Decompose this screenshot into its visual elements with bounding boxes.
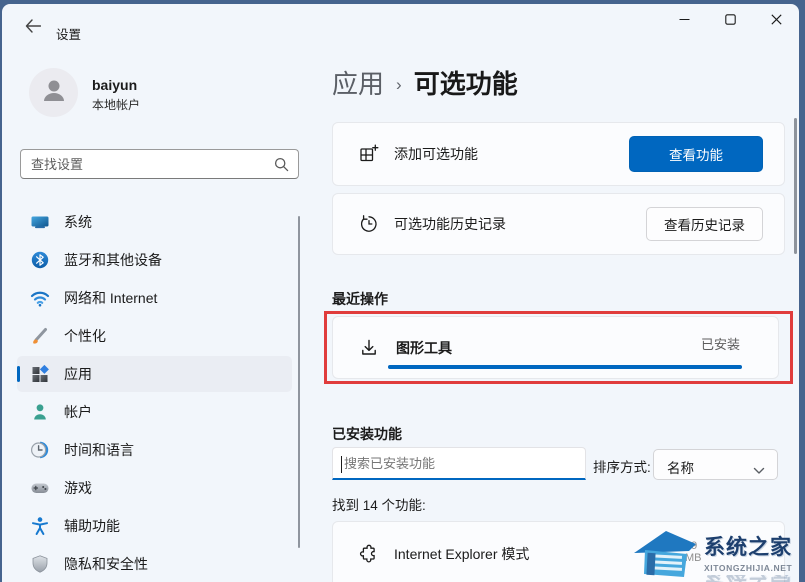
sidebar-item-bluetooth-devices[interactable]: 蓝牙和其他设备 [17, 242, 292, 278]
add-feature-icon [358, 143, 380, 165]
privacy-shield-icon [30, 554, 50, 574]
sidebar-item-gaming[interactable]: 游戏 [17, 470, 292, 506]
network-icon [30, 288, 50, 308]
bluetooth-icon [30, 250, 50, 270]
sort-dropdown[interactable]: 名称 [653, 449, 778, 480]
sidebar-item-label: 系统 [64, 214, 92, 230]
sort-selected-value: 名称 [667, 461, 694, 476]
page-title: 可选功能 [413, 69, 518, 99]
history-icon [358, 213, 380, 235]
gaming-icon [30, 478, 50, 498]
sidebar-nav: 系统 蓝牙和其他设备 网络和 Internet 个性化 应用 帐户 时间和语言 … [8, 202, 298, 582]
sidebar-item-label: 隐私和安全性 [64, 556, 148, 572]
sidebar-item-label: 帐户 [64, 404, 92, 420]
avatar[interactable] [29, 68, 78, 117]
sidebar-item-personalization[interactable]: 个性化 [17, 318, 292, 354]
sidebar-item-label: 辅助功能 [64, 518, 120, 534]
recent-feature-name: 图形工具 [396, 339, 452, 356]
sidebar-item-label: 应用 [64, 366, 92, 382]
puzzle-icon [358, 543, 380, 565]
add-feature-label: 添加可选功能 [394, 146, 478, 162]
view-history-button[interactable]: 查看历史记录 [646, 207, 763, 241]
main-content: 应用 › 可选功能 添加可选功能 查看功能 可选功能历史记录 查看历史记录 最近… [324, 4, 793, 582]
sidebar-item-label: 网络和 Internet [64, 290, 158, 306]
accounts-icon [30, 402, 50, 422]
apps-icon [30, 364, 50, 384]
sidebar-item-network-internet[interactable]: 网络和 Internet [17, 280, 292, 316]
user-account-type: 本地帐户 [92, 98, 141, 112]
watermark: 系统之家 XITONGZHIJIA.NET 系统之家 [632, 523, 799, 582]
sidebar-scrollbar[interactable] [298, 216, 300, 548]
history-label: 可选功能历史记录 [394, 216, 506, 232]
recent-feature-status: 已安装 [700, 337, 740, 352]
sidebar-item-label: 个性化 [64, 328, 106, 344]
watermark-reflection: 系统之家 [704, 575, 792, 582]
sidebar-item-accessibility[interactable]: 辅助功能 [17, 508, 292, 544]
watermark-site-name: 系统之家 [704, 536, 792, 559]
person-icon [39, 75, 69, 110]
sidebar-item-accounts[interactable]: 帐户 [17, 394, 292, 430]
feature-name: Internet Explorer 模式 [394, 546, 530, 562]
download-icon [358, 337, 380, 359]
watermark-text: 系统之家 XITONGZHIJIA.NET [704, 531, 792, 573]
sidebar-item-system[interactable]: 系统 [17, 204, 292, 240]
sidebar-item-label: 游戏 [64, 480, 92, 496]
breadcrumb-separator-icon: › [396, 74, 402, 94]
breadcrumb-parent[interactable]: 应用 [332, 64, 384, 101]
breadcrumb: 应用 › 可选功能 [332, 64, 518, 101]
chevron-down-icon [753, 462, 765, 480]
sidebar-item-label: 蓝牙和其他设备 [64, 252, 162, 268]
back-button[interactable] [16, 15, 50, 41]
settings-search-input[interactable] [31, 151, 261, 177]
time-language-icon [30, 440, 50, 460]
sidebar-item-apps[interactable]: 应用 [17, 356, 292, 392]
accessibility-icon [30, 516, 50, 536]
install-progress-fill [388, 365, 742, 369]
sort-by-label: 排序方式: [593, 460, 651, 475]
recent-feature-card[interactable]: 图形工具 已安装 [332, 316, 779, 379]
installed-search-input[interactable] [342, 450, 580, 477]
sidebar-item-time-language[interactable]: 时间和语言 [17, 432, 292, 468]
sidebar-item-label: 时间和语言 [64, 442, 134, 458]
sidebar-item-privacy-security[interactable]: 隐私和安全性 [17, 546, 292, 582]
optional-feature-history-card: 可选功能历史记录 查看历史记录 [332, 193, 785, 255]
install-progress-bar [388, 365, 742, 369]
watermark-house-icon [632, 529, 698, 582]
installed-features-heading: 已安装功能 [332, 426, 402, 442]
personalization-icon [30, 326, 50, 346]
feature-count-text: 找到 14 个功能: [332, 498, 426, 513]
search-icon [274, 157, 289, 177]
main-scrollbar[interactable] [794, 118, 797, 254]
desktop-background: 设置 baiyun 本地帐户 查找设置 系统 蓝牙和其他设备 网络和 Inter… [0, 0, 805, 582]
back-arrow-icon [25, 18, 42, 38]
settings-window: 设置 baiyun 本地帐户 查找设置 系统 蓝牙和其他设备 网络和 Inter… [2, 4, 799, 582]
installed-search-box[interactable] [332, 447, 586, 480]
recent-actions-heading: 最近操作 [332, 291, 388, 307]
view-features-button[interactable]: 查看功能 [629, 136, 763, 172]
window-title: 设置 [56, 28, 82, 42]
settings-search-box[interactable] [20, 149, 299, 179]
user-name: baiyun [92, 77, 138, 93]
system-icon [30, 212, 50, 232]
watermark-domain: XITONGZHIJIA.NET [704, 563, 793, 573]
add-optional-feature-card: 添加可选功能 查看功能 [332, 122, 785, 186]
